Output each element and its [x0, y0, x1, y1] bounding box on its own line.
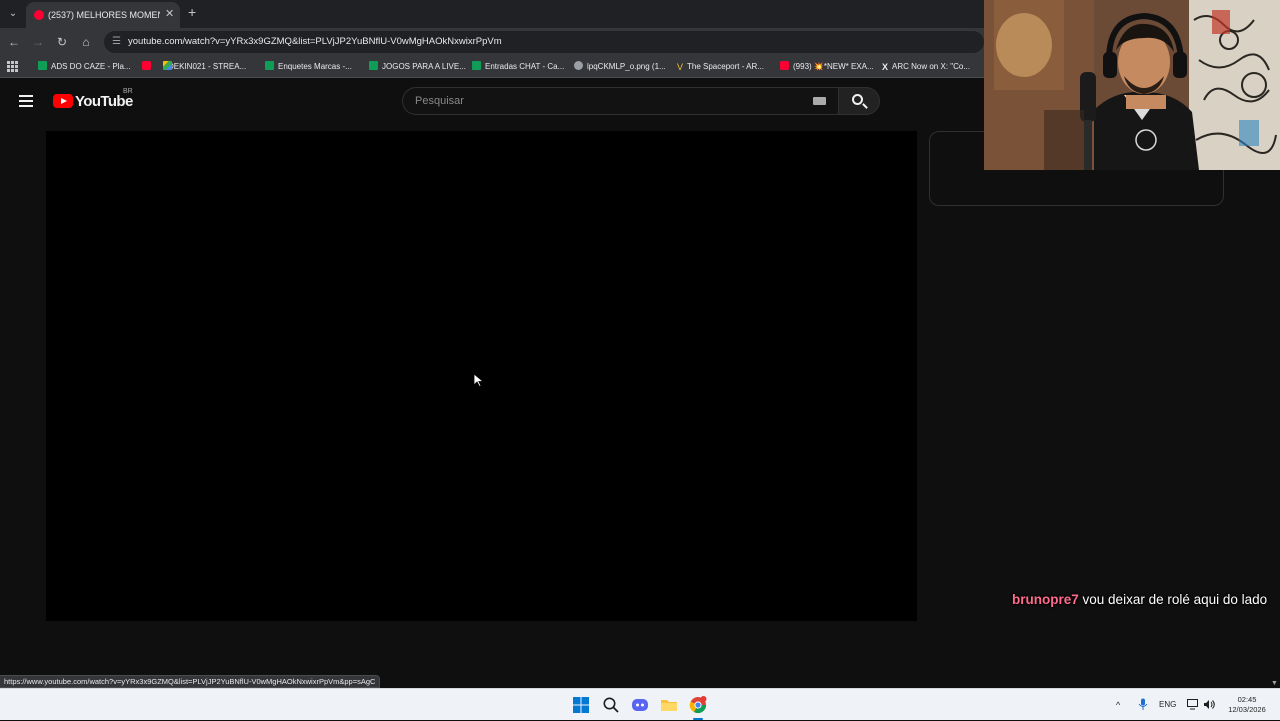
system-clock[interactable]: 02:45 12/03/2026	[1224, 695, 1270, 715]
keyboard-icon[interactable]	[813, 97, 826, 105]
language-indicator[interactable]: ENG	[1159, 700, 1176, 710]
sheets-icon	[265, 61, 274, 70]
discord-icon[interactable]	[631, 696, 649, 714]
bookmark-drive[interactable]	[163, 60, 176, 74]
bookmark-jogos-para-a-live[interactable]: JOGOS PARA A LIVE...	[369, 60, 466, 74]
chat-username: brunopre7	[1012, 592, 1079, 607]
chat-message: brunopre7 vou deixar de rolé aqui do lad…	[1012, 591, 1274, 608]
search-icon	[852, 94, 863, 105]
clock-date: 12/03/2026	[1228, 705, 1266, 714]
microphone-icon[interactable]	[1138, 698, 1148, 711]
tray-overflow-chevron-icon[interactable]: ^	[1116, 700, 1120, 710]
youtube-icon	[780, 61, 789, 70]
bookmark-entradas-chat[interactable]: Entradas CHAT - Ca...	[472, 60, 564, 74]
bookmark-png-image[interactable]: lpqCKMLP_o.png (1...	[574, 60, 666, 74]
youtube-wordmark: YouTube	[75, 93, 133, 110]
search-button[interactable]	[838, 87, 880, 115]
youtube-icon	[142, 61, 151, 70]
tab-close-icon[interactable]: ✕	[165, 7, 174, 21]
bookmark-dekin021[interactable]: DEKIN021 - STREA...	[142, 60, 246, 74]
bookmark-the-spaceport[interactable]: V The Spaceport - AR...	[677, 60, 764, 74]
bookmark-new-exa[interactable]: (993) 💥*NEW* EXA...	[780, 60, 874, 74]
forward-arrow-icon[interactable]: →	[30, 34, 46, 50]
home-icon[interactable]: ⌂	[78, 34, 94, 50]
chrome-icon	[574, 61, 583, 70]
scroll-down-arrow-icon[interactable]: ▼	[1271, 680, 1278, 687]
x-icon: X	[882, 62, 889, 72]
file-explorer-icon[interactable]	[660, 696, 678, 714]
reload-icon[interactable]: ↻	[54, 34, 70, 50]
back-arrow-icon[interactable]: ←	[6, 34, 22, 50]
apps-grid-icon[interactable]	[7, 61, 18, 72]
webcam-overlay	[984, 0, 1280, 170]
chat-message-text: vou deixar de rolé aqui do lado	[1082, 592, 1268, 607]
link-status-bubble: https://www.youtube.com/watch?v=yYRx3x9G…	[0, 675, 381, 688]
url-text[interactable]: youtube.com/watch?v=yYRx3x9GZMQ&list=PLV…	[128, 35, 502, 49]
tab-active[interactable]: (2537) MELHORES MOMENTOS ✕	[26, 2, 180, 28]
search-box	[402, 87, 838, 115]
mouse-cursor-icon	[473, 373, 485, 387]
tab-search-chevron-icon[interactable]: ⌄	[4, 5, 22, 23]
sheets-icon	[38, 61, 47, 70]
new-tab-button[interactable]: +	[188, 4, 196, 20]
search-input[interactable]	[415, 88, 805, 114]
clock-time: 02:45	[1237, 695, 1257, 704]
sheets-icon	[369, 61, 378, 70]
vee-icon: V	[677, 62, 684, 72]
network-icon[interactable]	[1187, 699, 1199, 710]
windows-taskbar: ^ ENG 02:45 12/03/2026	[0, 688, 1280, 720]
windows-start-icon[interactable]	[572, 696, 590, 714]
tab-title: (2537) MELHORES MOMENTOS	[48, 10, 160, 20]
bookmark-enquetes-marcas[interactable]: Enquetes Marcas -...	[265, 60, 352, 74]
youtube-header: YouTube BR	[0, 79, 984, 125]
youtube-favicon-icon	[34, 10, 44, 20]
drive-icon	[163, 61, 172, 70]
bookmark-ads-do-caze[interactable]: ADS DO CAZE - Pla...	[38, 60, 131, 74]
streamer-webcam-image	[984, 0, 1280, 170]
hamburger-menu-icon[interactable]	[19, 95, 33, 107]
volume-icon[interactable]	[1203, 699, 1216, 710]
address-bar[interactable]: ☰ youtube.com/watch?v=yYRx3x9GZMQ&list=P…	[104, 31, 984, 53]
country-code: BR	[123, 88, 133, 95]
youtube-play-icon	[53, 94, 73, 108]
bookmark-arc-now-on-x[interactable]: X ARC Now on X: "Co...	[882, 60, 970, 74]
sheets-icon	[472, 61, 481, 70]
chrome-icon[interactable]	[689, 696, 707, 714]
site-info-icon[interactable]: ☰	[112, 35, 121, 49]
search-icon[interactable]	[602, 696, 620, 714]
